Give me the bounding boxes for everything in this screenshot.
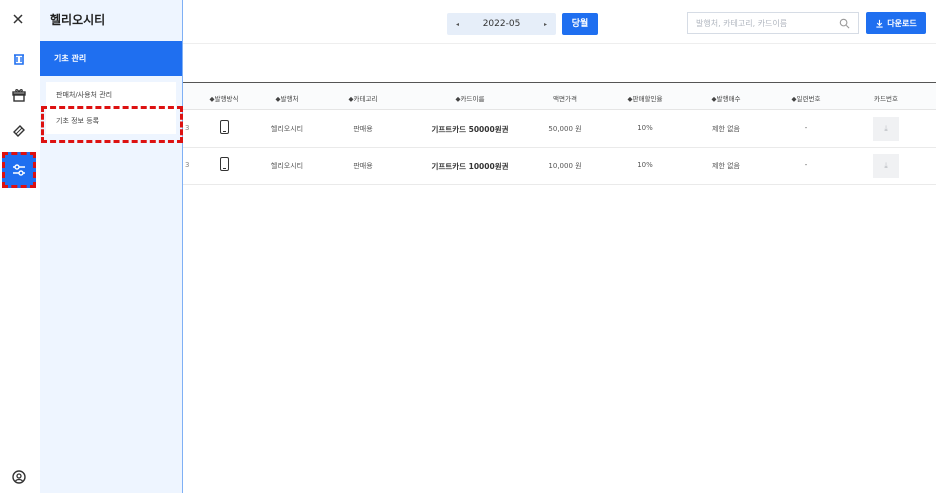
drawer-title: 헬리오시티 (50, 13, 106, 27)
column-header-card-name[interactable]: ◆카드이름 (456, 93, 485, 103)
column-header-serial-number[interactable]: ◆일련번호 (792, 93, 821, 103)
column-header-card-number: 카드번호 (874, 95, 898, 103)
column-header-issue-count[interactable]: ◆발행매수 (712, 93, 741, 103)
table-row[interactable]: 3 헬리오시티 판매용 기프트카드 10000원권 10,000 원 10% 제… (183, 148, 936, 185)
cell-issue-count: 제한 없음 (712, 162, 740, 170)
user-circle-icon[interactable] (4, 462, 34, 492)
cell-issue-count: 제한 없음 (712, 125, 740, 133)
cell-discount: 10% (637, 124, 653, 132)
search-icon[interactable] (839, 18, 850, 29)
cell-truncated: 3 (185, 161, 190, 169)
drawer-item-seller-user-management[interactable]: 판매처/사용처 관리 (46, 82, 176, 108)
cell-category: 판매용 (353, 125, 373, 133)
app: 헬리오시티 기초 관리 판매처/사용처 관리 기초 정보 등록 ◂ 2022-0… (0, 0, 936, 493)
cell-truncated: 3 (185, 124, 190, 132)
drawer-section-basic-management[interactable]: 기초 관리 (40, 41, 182, 76)
drawer-item-basic-info-registration[interactable]: 기초 정보 등록 (46, 108, 176, 134)
cell-publisher: 헬리오시티 (270, 125, 304, 133)
gift-icon[interactable] (4, 80, 34, 110)
cell-face-value: 50,000 원 (548, 125, 582, 133)
download-button[interactable]: 다운로드 (866, 12, 926, 34)
download-icon[interactable]: ⤓ (873, 117, 899, 141)
cell-serial: - (804, 161, 808, 169)
search-box (687, 12, 859, 34)
icon-rail (0, 0, 40, 493)
cell-card-name[interactable]: 기프트카드 10000원권 (431, 161, 508, 172)
column-header-publisher[interactable]: ◆발행처 (276, 93, 299, 103)
column-header-face-value: 액면가격 (553, 95, 577, 103)
current-month-button[interactable]: 당월 (562, 13, 598, 35)
next-month-button[interactable]: ▸ (544, 21, 547, 28)
download-icon (875, 19, 884, 28)
mobile-icon (220, 120, 229, 134)
month-selector: ◂ 2022-05 ▸ (447, 13, 556, 35)
cell-publisher: 헬리오시티 (270, 162, 304, 170)
download-label: 다운로드 (887, 18, 917, 28)
search-input[interactable] (696, 18, 831, 28)
download-icon[interactable]: ⤓ (873, 154, 899, 178)
column-header-category[interactable]: ◆카테고리 (349, 93, 378, 103)
month-label: 2022-05 (482, 19, 521, 29)
cell-serial: - (804, 124, 808, 132)
cell-face-value: 10,000 원 (548, 162, 582, 170)
cell-discount: 10% (637, 161, 653, 169)
cell-category: 판매용 (353, 162, 373, 170)
drawer-panel: 헬리오시티 기초 관리 판매처/사용처 관리 기초 정보 등록 (40, 0, 183, 493)
prev-month-button[interactable]: ◂ (456, 21, 459, 28)
table-row[interactable]: 3 헬리오시티 판매용 기프트카드 50000원권 50,000 원 10% 제… (183, 111, 936, 148)
close-icon[interactable] (10, 11, 26, 27)
table-header: ◆발행방식 ◆발행처 ◆카테고리 ◆카드이름 액면가격 ◆판매할인율 ◆발행매수… (183, 82, 936, 110)
flask-icon[interactable] (4, 45, 34, 75)
cell-card-name[interactable]: 기프트카드 50000원권 (431, 124, 508, 135)
tag-icon[interactable] (4, 116, 34, 146)
column-header-discount-rate[interactable]: ◆판매할인율 (628, 93, 663, 103)
column-header-issue-method[interactable]: ◆발행방식 (210, 93, 239, 103)
sliders-icon[interactable] (2, 152, 36, 188)
mobile-icon (220, 157, 229, 171)
